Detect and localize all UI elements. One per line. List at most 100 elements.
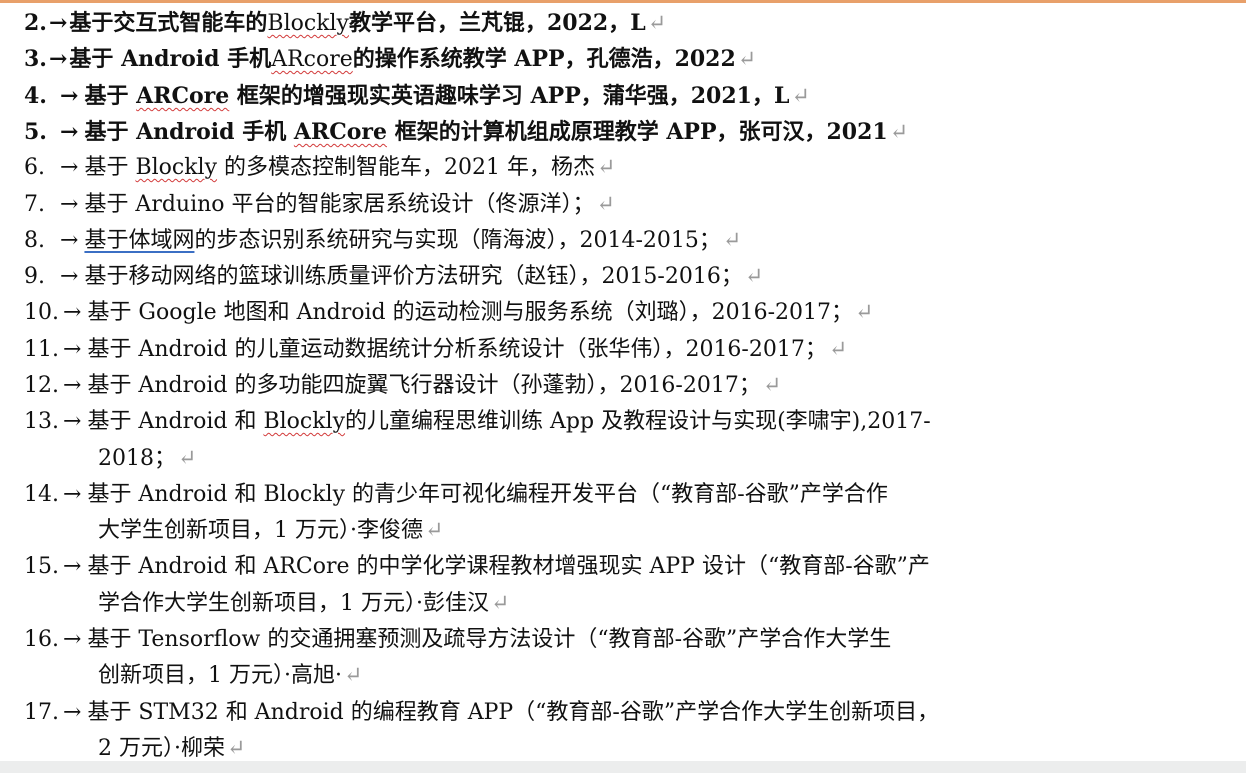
paragraph-mark-icon: ↵ [762, 373, 782, 398]
item-text: 基于 Android 和 Blockly 的青少年可视化编程开发平台（“教育部-… [87, 482, 888, 507]
item-text: 基于 [84, 155, 129, 180]
item-text: 基于 Tensorflow 的交通拥塞预测及疏导方法设计（“教育部-谷歌”产学合… [87, 627, 892, 652]
item-text-continued: 大学生创新项目，1 万元）·李俊德 [98, 518, 423, 543]
item-text: 基于 [84, 83, 129, 109]
item-text-rest: 框架的增强现实英语趣味学习 APP，蒲华强，2021，L [236, 83, 790, 109]
item-text-rest: 的多模态控制智能车，2021 年，杨杰 [224, 155, 596, 180]
item-number: 13. [24, 409, 59, 434]
list-item[interactable]: 11. → 基于 Android 的儿童运动数据统计分析系统设计（张华伟），2016… [24, 332, 1144, 368]
item-text-continued: 2 万元）·柳荣 [98, 736, 225, 761]
tab-arrow-icon: → [63, 627, 82, 652]
spellcheck-word: Blockly [135, 155, 218, 180]
spellcheck-word: Blockly [263, 409, 346, 434]
item-text: 基于 Arduino 平台的智能家居系统设计（佟源洋）； [84, 192, 595, 217]
list-item[interactable]: 3.→基于 Android 手机ARcore的操作系统教学 APP，孔德浩，20… [24, 41, 1144, 78]
list-item-continuation[interactable]: 创新项目，1 万元）·高旭·↵ [98, 658, 362, 694]
paragraph-mark-icon: ↵ [425, 518, 444, 543]
spellcheck-word: Blockly [267, 11, 349, 36]
list-item-continuation[interactable]: 大学生创新项目，1 万元）·李俊德↵ [98, 513, 443, 549]
item-text: 基于 Android 手机 [69, 46, 272, 72]
tab-arrow-icon: → [63, 300, 82, 325]
item-number: 7. [24, 192, 45, 217]
item-number: 8. [24, 228, 45, 253]
list-item[interactable]: 7. → 基于 Arduino 平台的智能家居系统设计（佟源洋）；↵ [24, 187, 1144, 223]
item-text-continued: 学合作大学生创新项目，1 万元）·彭佳汉 [98, 591, 489, 616]
window-bottom-bar [0, 761, 1246, 773]
list-item[interactable]: 2.→基于交互式智能车的Blockly教学平台，兰芃锟，2022，L↵ [24, 5, 1144, 42]
list-item-continuation[interactable]: 学合作大学生创新项目，1 万元）·彭佳汉↵ [98, 586, 509, 622]
item-text: 基于移动网络的篮球训练质量评价方法研究（赵钰），2015-2016； [84, 264, 743, 289]
item-text: 基于 Android 的儿童运动数据统计分析系统设计（张华伟），2016-201… [87, 337, 827, 362]
spellcheck-word: ARCore [136, 83, 230, 109]
item-text-continued: 2018； [98, 446, 176, 471]
tab-arrow-icon: → [63, 700, 82, 725]
list-item[interactable]: 13. → 基于 Android 和 Blockly的儿童编程思维训练 App 及教… [24, 404, 1144, 440]
paragraph-mark-icon: ↵ [791, 84, 810, 109]
item-number: 5. [24, 119, 47, 145]
paragraph-mark-icon: ↵ [226, 736, 246, 761]
paragraph-mark-icon: ↵ [597, 155, 616, 180]
list-item[interactable]: 12. → 基于 Android 的多功能四旋翼飞行器设计（孙蓬勃），2016-20… [24, 368, 1144, 404]
tab-arrow-icon: → [60, 83, 79, 109]
tab-arrow-icon: → [63, 337, 82, 362]
paragraph-mark-icon: ↵ [744, 264, 764, 289]
item-text: 基于 Android 和 [87, 409, 257, 434]
tab-arrow-icon: → [63, 409, 82, 434]
item-number: 12. [24, 373, 59, 398]
list-item[interactable]: 16. → 基于 Tensorflow 的交通拥塞预测及疏导方法设计（“教育部-谷歌… [24, 622, 1144, 658]
list-item[interactable]: 10. → 基于 Google 地图和 Android 的运动检测与服务系统（刘璐）… [24, 295, 1144, 331]
item-number: 14. [24, 482, 59, 507]
document-page[interactable]: 2.→基于交互式智能车的Blockly教学平台，兰芃锟，2022，L↵ 3.→基… [0, 3, 1246, 761]
item-text-rest: 框架的计算机组成原理教学 APP，张可汉，2021 [394, 119, 888, 145]
list-item[interactable]: 14. → 基于 Android 和 Blockly 的青少年可视化编程开发平台（“… [24, 477, 1144, 513]
list-item[interactable]: 6. → 基于 Blockly 的多模态控制智能车，2021 年，杨杰↵ [24, 150, 1144, 186]
item-text-rest: 的操作系统教学 APP，孔德浩，2022 [352, 46, 736, 72]
item-number: 6. [24, 155, 45, 180]
paragraph-mark-icon: ↵ [491, 591, 510, 616]
list-item[interactable]: 4. → 基于 ARCore 框架的增强现实英语趣味学习 APP，蒲华强，2021，… [24, 78, 1144, 115]
paragraph-mark-icon: ↵ [737, 47, 757, 72]
list-item[interactable]: 8. → 基于体域网的步态识别系统研究与实现（隋海波），2014-2015；↵ [24, 223, 1144, 259]
tab-arrow-icon: → [60, 119, 79, 145]
item-text-rest: 的儿童编程思维训练 App 及教程设计与实现(李啸宇),2017- [345, 409, 931, 434]
paragraph-mark-icon: ↵ [855, 300, 874, 325]
item-number: 10. [24, 300, 59, 325]
tab-arrow-icon: → [63, 554, 82, 579]
item-number: 16. [24, 627, 59, 652]
tab-arrow-icon: → [60, 192, 79, 217]
item-text: 基于 STM32 和 Android 的编程教育 APP（“教育部-谷歌”产学合… [87, 700, 940, 725]
paragraph-mark-icon: ↵ [178, 446, 197, 471]
item-text: 基于 Android 和 ARCore 的中学化学课程教材增强现实 APP 设计… [87, 554, 930, 579]
item-text: 基于 Android 手机 [84, 119, 287, 145]
paragraph-mark-icon: ↵ [828, 337, 848, 362]
list-item[interactable]: 15. → 基于 Android 和 ARCore 的中学化学课程教材增强现实 AP… [24, 549, 1144, 585]
tab-arrow-icon: → [60, 228, 79, 253]
tab-arrow-icon: → [60, 155, 79, 180]
item-text: 的步态识别系统研究与实现（隋海波），2014-2015； [194, 228, 721, 253]
tab-arrow-icon: → [48, 10, 68, 36]
item-text: 基于 Android 的多功能四旋翼飞行器设计（孙蓬勃），2016-2017； [87, 373, 761, 398]
tab-arrow-icon: → [63, 482, 82, 507]
item-number: 15. [24, 554, 59, 579]
grammar-marked-word: 基于体域网 [84, 228, 195, 253]
list-item[interactable]: 9. → 基于移动网络的篮球训练质量评价方法研究（赵钰），2015-2016；↵ [24, 259, 1144, 295]
list-item[interactable]: 5. → 基于 Android 手机 ARCore 框架的计算机组成原理教学 APP… [24, 114, 1144, 151]
paragraph-mark-icon: ↵ [343, 663, 363, 688]
item-text: 基于 Google 地图和 Android 的运动检测与服务系统（刘璐），201… [87, 300, 854, 325]
item-number: 11. [24, 337, 59, 362]
spellcheck-word: ARcore [271, 47, 353, 72]
item-text-rest: 教学平台，兰芃锟，2022，L [349, 10, 646, 36]
item-number: 2. [24, 10, 47, 36]
tab-arrow-icon: → [63, 373, 82, 398]
paragraph-mark-icon: ↵ [889, 120, 909, 145]
list-item[interactable]: 17. → 基于 STM32 和 Android 的编程教育 APP（“教育部-谷歌… [24, 695, 1144, 731]
tab-arrow-icon: → [60, 264, 79, 289]
item-text: 基于交互式智能车的 [69, 10, 268, 36]
paragraph-mark-icon: ↵ [596, 192, 615, 217]
item-number: 4. [24, 83, 47, 109]
tab-arrow-icon: → [48, 46, 68, 72]
item-number: 17. [24, 700, 59, 725]
list-item-continuation[interactable]: 2018；↵ [98, 441, 196, 477]
item-number: 9. [24, 264, 45, 289]
paragraph-mark-icon: ↵ [647, 11, 667, 36]
